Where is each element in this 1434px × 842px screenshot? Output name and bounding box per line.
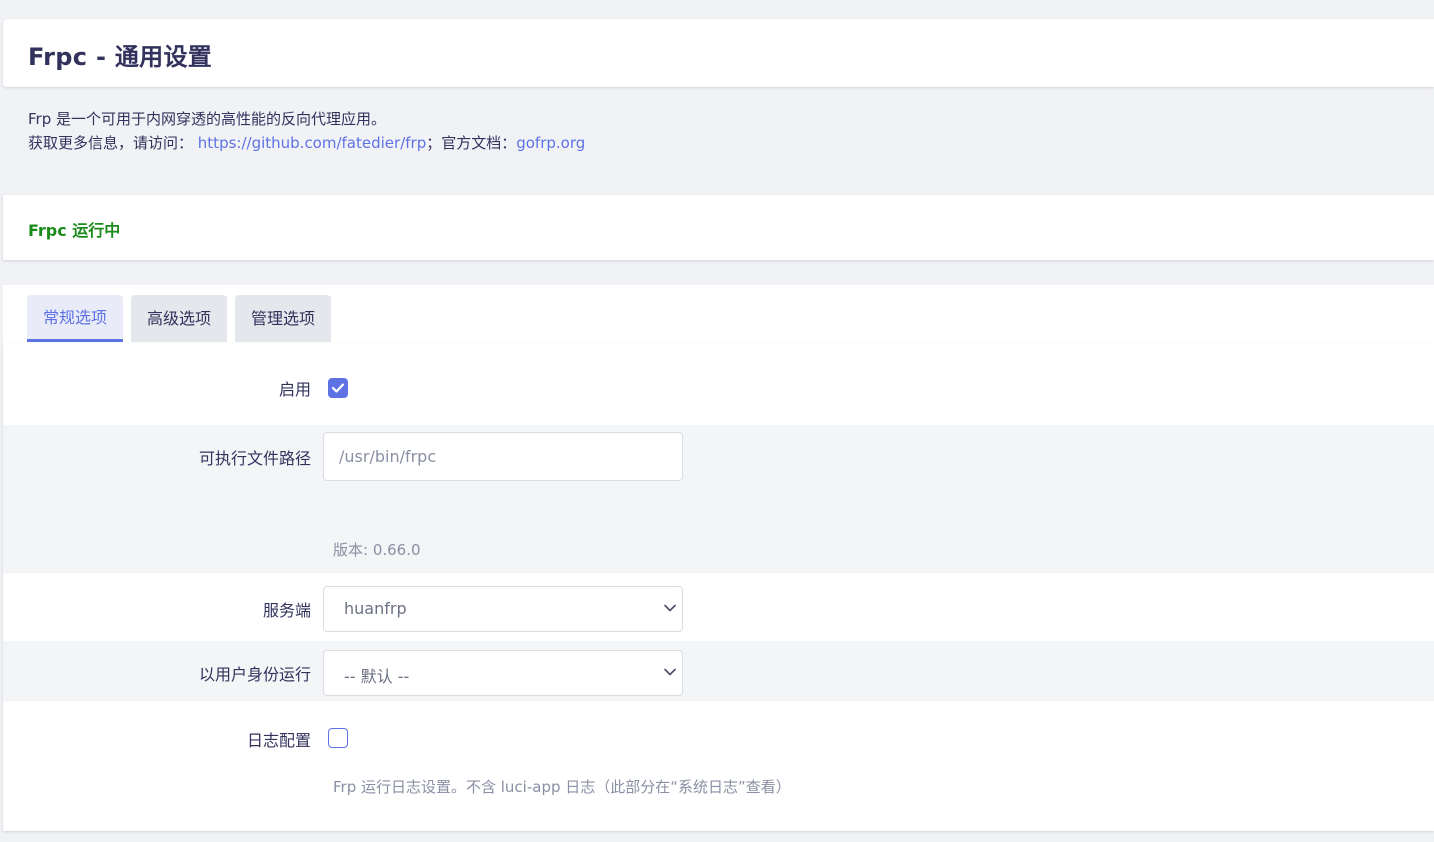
server-row: 服务端 huanfrp (3, 573, 1434, 641)
run-as-user-label: 以用户身份运行 (198, 665, 311, 684)
enable-checkbox[interactable] (328, 378, 348, 398)
tab-advanced-options[interactable]: 高级选项 (131, 295, 228, 342)
enable-row: 启用 (3, 343, 1434, 425)
github-link[interactable]: https://github.com/fatedier/frp (198, 134, 426, 152)
status-card: Frpc 运行中 (3, 195, 1434, 260)
server-label: 服务端 (262, 601, 311, 620)
exec-path-row: 可执行文件路径 版本: 0.66.0 (3, 425, 1434, 573)
chevron-down-icon (664, 604, 676, 612)
server-select[interactable]: huanfrp (323, 586, 683, 632)
version-hint: 版本: 0.66.0 (333, 541, 421, 559)
service-status: Frpc 运行中 (28, 221, 121, 240)
description: Frp 是一个可用于内网穿透的高性能的反向代理应用。 获取更多信息，请访问： h… (28, 107, 585, 155)
description-line-1: Frp 是一个可用于内网穿透的高性能的反向代理应用。 (28, 110, 386, 128)
tab-management-options[interactable]: 管理选项 (235, 295, 332, 342)
server-select-value: huanfrp (344, 599, 407, 618)
description-prefix: 获取更多信息，请访问： (28, 134, 194, 152)
log-config-row: 日志配置 Frp 运行日志设置。不含 luci-app 日志（此部分在“系统日志… (3, 701, 1434, 831)
description-line-2: 获取更多信息，请访问： https://github.com/fatedier/… (28, 131, 585, 155)
page-title: Frpc - 通用设置 (28, 43, 213, 71)
tab-general-options[interactable]: 常规选项 (27, 295, 124, 342)
run-as-user-select-value: -- 默认 -- (344, 667, 410, 686)
exec-path-input[interactable] (323, 432, 683, 481)
settings-form: 启用 可执行文件路径 版本: 0.66.0 服务端 huanfrp 以用户身份运… (3, 343, 1434, 831)
page-title-card: Frpc - 通用设置 (3, 19, 1434, 87)
tab-bar: 常规选项 高级选项 管理选项 (27, 295, 332, 342)
log-config-checkbox[interactable] (328, 728, 348, 748)
exec-path-label: 可执行文件路径 (198, 449, 311, 468)
run-as-user-row: 以用户身份运行 -- 默认 -- (3, 641, 1434, 701)
chevron-down-icon (664, 668, 676, 676)
check-icon (332, 383, 344, 393)
log-config-hint: Frp 运行日志设置。不含 luci-app 日志（此部分在“系统日志”查看） (333, 778, 791, 796)
enable-label: 启用 (278, 380, 311, 399)
docs-link[interactable]: gofrp.org (516, 134, 585, 152)
run-as-user-select[interactable]: -- 默认 -- (323, 650, 683, 696)
log-config-label: 日志配置 (246, 731, 311, 750)
description-separator: ；官方文档： (426, 134, 517, 152)
